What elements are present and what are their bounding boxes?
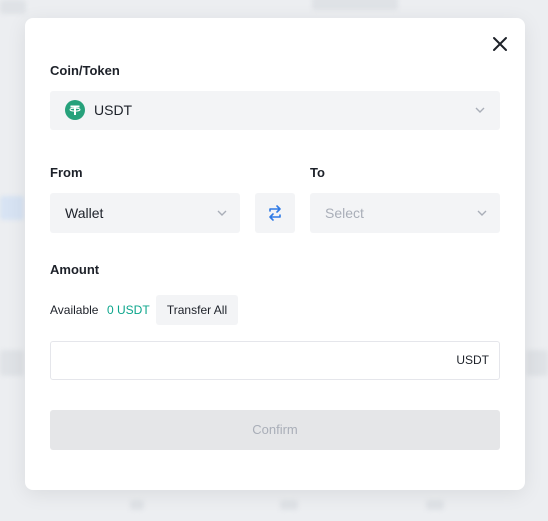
background-content <box>0 0 26 14</box>
close-icon <box>493 37 507 51</box>
swap-arrows-icon <box>269 205 281 221</box>
amount-unit: USDT <box>456 353 489 367</box>
amount-label: Amount <box>50 262 100 277</box>
coin-select[interactable]: USDT <box>50 91 500 130</box>
tether-icon <box>65 100 85 120</box>
amount-input[interactable] <box>63 342 443 379</box>
background-content <box>526 350 548 376</box>
from-select[interactable]: Wallet <box>50 193 240 233</box>
background-content <box>280 500 298 510</box>
background-content <box>130 500 144 510</box>
available-value: 0 USDT <box>107 303 150 317</box>
transfer-all-button[interactable]: Transfer All <box>156 295 238 325</box>
background-content <box>0 350 24 376</box>
amount-field: USDT <box>50 341 500 380</box>
background-content <box>0 196 24 220</box>
from-select-value: Wallet <box>65 205 104 221</box>
coin-label: Coin/Token <box>50 63 120 78</box>
close-button[interactable] <box>490 34 510 54</box>
transfer-modal: Coin/Token USDT From To Wallet Select Am… <box>25 18 525 490</box>
swap-button[interactable] <box>255 193 295 233</box>
to-select-placeholder: Select <box>325 205 364 221</box>
coin-select-value: USDT <box>94 102 133 118</box>
to-select[interactable]: Select <box>310 193 500 233</box>
chevron-down-icon <box>477 210 487 216</box>
to-label: To <box>310 165 325 180</box>
background-content <box>312 0 398 10</box>
available-label: Available <box>50 303 99 317</box>
background-content <box>426 500 444 510</box>
from-label: From <box>50 165 83 180</box>
chevron-down-icon <box>217 210 227 216</box>
confirm-button[interactable]: Confirm <box>50 410 500 450</box>
chevron-down-icon <box>475 107 485 113</box>
